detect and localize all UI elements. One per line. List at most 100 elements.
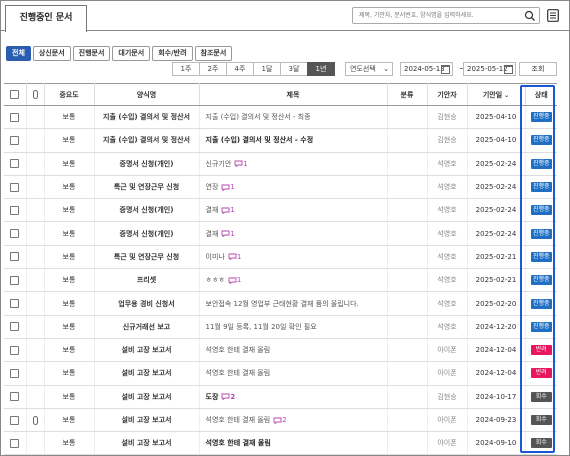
calendar-icon[interactable] xyxy=(504,65,513,74)
row-checkbox[interactable] xyxy=(10,345,20,355)
status-badge[interactable]: 진행중 xyxy=(530,298,552,309)
title-cell[interactable]: 석영호 한테 결재 올림 xyxy=(199,338,388,363)
filter-waiting[interactable]: 대기문서 xyxy=(112,46,151,61)
status-badge[interactable]: 진행중 xyxy=(530,228,552,239)
title-link[interactable]: 석영호 한테 결재 올림 xyxy=(206,416,271,424)
status-badge[interactable]: 진행중 xyxy=(530,205,552,216)
filter-submitted[interactable]: 상신문서 xyxy=(32,46,71,61)
title-link[interactable]: ㅎㅎㅎ xyxy=(206,276,225,284)
title-link[interactable]: 신규기안 xyxy=(206,160,232,168)
title-link[interactable]: 결재 xyxy=(206,230,219,238)
title-link[interactable]: 지출 (수입) 결의서 및 정산서 - 최종 xyxy=(206,113,311,121)
table-row[interactable]: 보통 설비 고장 보고서 석영호 한테 결재 올림 아이폰 2024-12-04 반려 xyxy=(4,338,557,363)
title-cell[interactable]: 도장 2 xyxy=(199,385,388,409)
title-link[interactable]: 연장 xyxy=(206,183,219,191)
filter-all[interactable]: 전체 xyxy=(6,46,31,61)
title-header[interactable]: 제목 xyxy=(199,83,388,106)
comment-count[interactable]: 1 xyxy=(228,253,241,261)
category-header[interactable]: 분류 xyxy=(387,83,428,106)
paperclip-icon[interactable] xyxy=(32,415,38,425)
title-link[interactable]: 지출 (수입) 결의서 및 정산서 - 수정 xyxy=(206,136,314,144)
row-checkbox[interactable] xyxy=(10,229,20,239)
row-checkbox[interactable] xyxy=(10,205,20,215)
filter-withdrawn-rejected[interactable]: 회수/반려 xyxy=(152,46,193,61)
table-row[interactable]: 보통 증명서 신청(개인) 결재 1 석영호 2025-02-24 진행중 xyxy=(4,198,557,223)
title-link[interactable]: 석영호 한테 결재 올림 xyxy=(206,346,271,354)
status-badge[interactable]: 반려 xyxy=(530,368,552,379)
search-input[interactable] xyxy=(353,8,518,23)
title-cell[interactable]: 신규기안 1 xyxy=(199,152,388,176)
title-link[interactable]: 결재 xyxy=(206,206,219,214)
status-badge[interactable]: 진행중 xyxy=(530,182,552,193)
search-icon[interactable] xyxy=(524,10,536,22)
select-all-checkbox[interactable] xyxy=(10,90,20,99)
date-from-field[interactable]: 2024-05-13 xyxy=(400,62,453,76)
period-1-month[interactable]: 1달 xyxy=(253,62,281,76)
period-4-weeks[interactable]: 4주 xyxy=(226,62,254,76)
table-row[interactable]: 보통 설비 고장 보고서 석영호 한테 결재 올림 아이폰 2024-09-10 회수 xyxy=(4,431,557,455)
table-row[interactable]: 보통 증명서 신청(개인) 신규기안 1 석영호 2025-02-24 진행중 xyxy=(4,152,557,176)
table-row[interactable]: 보통 설비 고장 보고서 석영호 한테 결재 올림 2 아이폰 2024-09-23 회수 xyxy=(4,408,557,433)
status-badge[interactable]: 회수 xyxy=(530,415,552,425)
importance-header[interactable]: 중요도 xyxy=(44,83,95,106)
title-cell[interactable]: 보안접속 12월 영업부 근태현황 결재 품의 올립니다. xyxy=(199,291,388,316)
row-checkbox[interactable] xyxy=(10,182,20,192)
status-header[interactable]: 상태 xyxy=(525,83,557,106)
title-cell[interactable]: 이미나 1 xyxy=(199,245,388,270)
status-badge[interactable]: 반려 xyxy=(530,345,552,356)
row-checkbox[interactable] xyxy=(10,392,20,402)
status-badge[interactable]: 진행중 xyxy=(530,158,552,169)
status-badge[interactable]: 회수 xyxy=(530,391,552,402)
title-cell[interactable]: 석영호 한테 결재 올림 xyxy=(199,431,388,455)
status-badge[interactable]: 진행중 xyxy=(530,275,552,286)
comment-count[interactable]: 1 xyxy=(221,206,235,214)
table-row[interactable]: 보통 특근 및 연장근무 신청 연장 1 석영호 2025-02-24 진행중 xyxy=(4,175,557,200)
title-link[interactable]: 석영호 한테 결재 올림 xyxy=(206,369,271,377)
table-row[interactable]: 보통 프리셋 ㅎㅎㅎ 1 석영호 2025-02-21 진행중 xyxy=(4,268,557,293)
filter-reference[interactable]: 참조문서 xyxy=(194,46,233,61)
tab-in-progress-documents[interactable]: 진행중인 문서 xyxy=(5,5,87,32)
form-header[interactable]: 양식명 xyxy=(94,83,200,106)
sort-down-icon[interactable]: ⌄ xyxy=(504,92,509,99)
title-cell[interactable]: 결재 1 xyxy=(199,198,388,223)
document-list-icon[interactable] xyxy=(547,9,559,22)
title-cell[interactable]: 결재 1 xyxy=(199,221,388,246)
title-cell[interactable]: 연장 1 xyxy=(199,175,388,200)
title-link[interactable]: 석영호 한테 결재 올림 xyxy=(206,439,271,447)
row-checkbox[interactable] xyxy=(10,415,20,425)
drafter-header[interactable]: 기안자 xyxy=(427,83,468,106)
status-badge[interactable]: 회수 xyxy=(530,438,552,449)
row-checkbox[interactable] xyxy=(10,368,20,378)
table-row[interactable]: 보통 업무용 경비 신청서 보안접속 12월 영업부 근태현황 결재 품의 올립니다… xyxy=(4,291,557,316)
title-cell[interactable]: 석영호 한테 결재 올림 xyxy=(199,361,388,386)
table-row[interactable]: 보통 설비 고장 보고서 도장 2 김현승 2024-10-17 회수 xyxy=(4,385,557,409)
row-checkbox[interactable] xyxy=(10,299,20,309)
title-cell[interactable]: 석영호 한테 결재 올림 2 xyxy=(199,408,388,433)
row-checkbox[interactable] xyxy=(10,322,20,332)
row-checkbox[interactable] xyxy=(10,159,20,169)
search-box[interactable] xyxy=(352,7,540,24)
title-link[interactable]: 보안접속 12월 영업부 근태현황 결재 품의 올립니다. xyxy=(206,300,359,308)
comment-count[interactable]: 2 xyxy=(273,416,287,424)
date-header[interactable]: 기안일 ⌄ xyxy=(467,83,526,106)
query-button[interactable]: 조회 xyxy=(519,62,557,76)
status-badge[interactable]: 진행중 xyxy=(530,251,552,262)
title-cell[interactable]: 11월 9일 등록, 11월 20일 확인 필요 xyxy=(199,315,388,339)
row-checkbox[interactable] xyxy=(10,252,20,262)
year-select[interactable]: 연도선택 ⌄ xyxy=(345,62,393,76)
table-row[interactable]: 보통 설비 고장 보고서 석영호 한테 결재 올림 아이폰 2024-12-04 반려 xyxy=(4,361,557,386)
table-row[interactable]: 보통 신규거래선 보고 11월 9일 등록, 11월 20일 확인 필요 석영호 202… xyxy=(4,315,557,339)
comment-count[interactable]: 1 xyxy=(228,276,241,284)
period-1-year[interactable]: 1년 xyxy=(307,62,335,76)
status-badge[interactable]: 진행중 xyxy=(530,321,552,332)
filter-in-progress[interactable]: 진행문서 xyxy=(72,46,111,61)
date-to-field[interactable]: 2025-05-12 xyxy=(463,62,516,76)
table-row[interactable]: 보통 증명서 신청(개인) 결재 1 석영호 2025-02-24 진행중 xyxy=(4,221,557,246)
comment-count[interactable]: 1 xyxy=(234,160,248,168)
row-checkbox[interactable] xyxy=(10,275,20,285)
title-cell[interactable]: 지출 (수입) 결의서 및 정산서 - 수정 xyxy=(199,128,388,153)
table-row[interactable]: 보통 특근 및 연장근무 신청 이미나 1 석영호 2025-02-21 진행중 xyxy=(4,245,557,270)
comment-count[interactable]: 1 xyxy=(221,230,235,238)
status-badge[interactable]: 진행중 xyxy=(530,135,552,146)
title-link[interactable]: 도장 xyxy=(206,393,219,401)
